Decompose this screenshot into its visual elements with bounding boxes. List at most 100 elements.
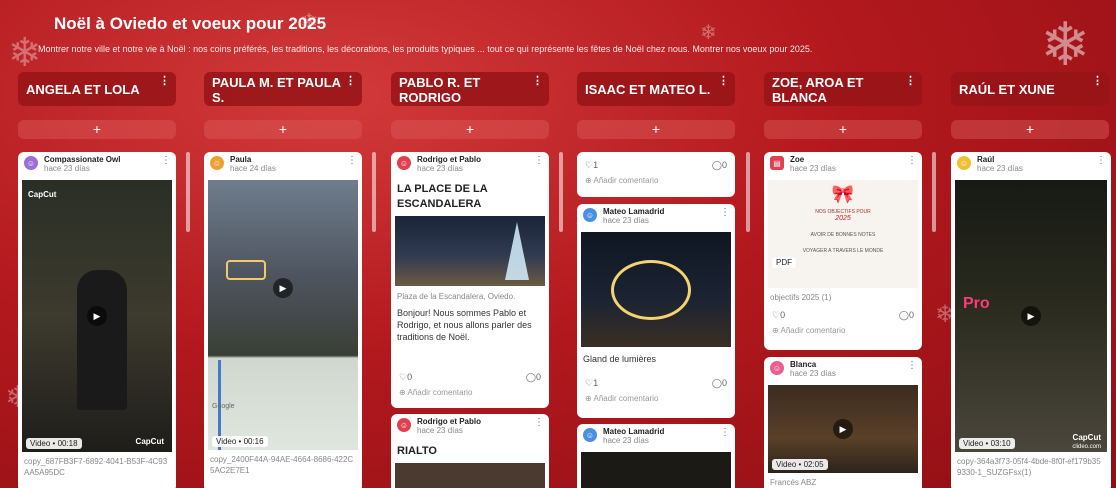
post-image[interactable]	[395, 463, 545, 488]
add-post-button[interactable]: +	[951, 120, 1109, 139]
pdf-preview[interactable]: 🎀 NOS OBJECTIFS POUR 2025 AVOIR DE BONNE…	[768, 180, 918, 288]
column-zoe-aroa-blanca: ZOE, AROA ET BLANCA ⋮ +	[764, 72, 922, 139]
add-post-button[interactable]: +	[204, 120, 362, 139]
more-icon[interactable]: ⋮	[907, 360, 917, 371]
clideo-watermark: clideo.com	[1072, 444, 1101, 450]
post-text: Bonjour! Nous sommes Pablo et Rodrigo, e…	[397, 308, 532, 342]
comment-icon[interactable]: ◯	[712, 378, 722, 388]
comment-count: 0	[535, 372, 541, 382]
like-count: 1	[593, 378, 599, 388]
comment-icon[interactable]: ◯	[712, 160, 722, 170]
capcut-logo: CapCut	[135, 437, 164, 446]
more-icon[interactable]: ⋮	[720, 427, 730, 438]
post-card[interactable]: ☺ Rodrigo et Pablo hace 23 días ⋮ RIALTO	[391, 414, 549, 488]
scrollbar[interactable]	[372, 152, 376, 232]
avatar: ☺	[210, 156, 224, 170]
more-icon[interactable]: ⋮	[907, 155, 917, 166]
comment-icon[interactable]: ◯	[899, 310, 909, 320]
video-thumbnail[interactable]: ▶ Video • 02:05	[768, 385, 918, 473]
like-count: 0	[407, 372, 413, 382]
add-post-button[interactable]: +	[18, 120, 176, 139]
capcut-logo: CapCut	[28, 190, 57, 199]
pdf-badge: PDF	[772, 257, 796, 268]
more-icon[interactable]: ⋮	[718, 74, 729, 89]
add-post-button[interactable]: +	[391, 120, 549, 139]
column-isaac-mateo: ISAAC ET MATEO L. ⋮ +	[577, 72, 735, 139]
more-icon[interactable]: ⋮	[1092, 74, 1103, 89]
avatar: ☺	[957, 156, 971, 170]
scrollbar[interactable]	[559, 152, 563, 232]
post-title: LA PLACE DE LA ESCANDALERA	[397, 183, 488, 210]
more-icon[interactable]: ⋮	[159, 74, 170, 89]
more-icon[interactable]: ⋮	[720, 207, 730, 218]
play-icon[interactable]: ▶	[833, 419, 853, 439]
column-title[interactable]: PABLO R. ET RODRIGO ⋮	[391, 72, 549, 106]
post-image[interactable]	[395, 216, 545, 286]
post-card[interactable]: ☺ Rodrigo et Pablo hace 23 días ⋮ LA PLACE …	[391, 152, 549, 408]
avatar: ☺	[24, 156, 38, 170]
bow-icon: 🎀	[831, 184, 855, 204]
heart-icon[interactable]: ♡	[585, 378, 593, 388]
column-title[interactable]: ANGELA ET LOLA ⋮	[18, 72, 176, 106]
like-count: 1	[593, 160, 599, 170]
add-comment-button[interactable]: ⊕ Añadir comentario	[577, 174, 735, 191]
more-icon[interactable]: ⋮	[534, 155, 544, 166]
heart-icon[interactable]: ♡	[585, 160, 593, 170]
post-caption: copy_687FB3F7-6892-4041-B53F-4C93AA5A95D…	[24, 457, 168, 477]
more-icon[interactable]: ⋮	[1096, 155, 1106, 166]
play-icon[interactable]: ▶	[273, 278, 293, 298]
more-icon[interactable]: ⋮	[534, 417, 544, 428]
avatar: ☺	[770, 361, 784, 375]
post-image[interactable]	[581, 452, 731, 488]
more-icon[interactable]: ⋮	[345, 74, 356, 89]
post-caption: objectifs 2025 (1)	[770, 293, 832, 302]
play-icon[interactable]: ▶	[1021, 306, 1041, 326]
avatar: ☺	[583, 208, 597, 222]
post-card[interactable]: ☺ Mateo Lamadrid hace 23 días ⋮ Gland de lu…	[577, 204, 735, 418]
column-title[interactable]: ZOE, AROA ET BLANCA ⋮	[764, 72, 922, 106]
post-caption: Gland de lumières	[583, 354, 657, 364]
add-post-button[interactable]: +	[764, 120, 922, 139]
capcut-logo: CapCut	[1072, 433, 1101, 442]
post-caption: copy_2400F44A-94AE-4664-8686-422C5AC2E7E…	[210, 455, 354, 475]
heart-icon[interactable]: ♡	[772, 310, 780, 320]
comment-count: 0	[908, 310, 914, 320]
column-title[interactable]: RAÚL ET XUNE ⋮	[951, 72, 1109, 106]
add-comment-button[interactable]: ⊕ Añadir comentario	[577, 392, 735, 409]
post-card[interactable]: ☺ Paula hace 24 días ⋮ ▶ Google Video • 00:…	[204, 152, 362, 488]
more-icon[interactable]: ⋮	[347, 155, 357, 166]
post-card[interactable]: ☺ Blanca hace 23 días ⋮ ▶ Video • 02:05 Fra…	[764, 357, 922, 488]
add-post-button[interactable]: +	[577, 120, 735, 139]
video-thumbnail[interactable]: CapCut ▶ Video • 00:18 CapCut	[22, 180, 172, 452]
video-thumbnail[interactable]: ▶ Google Video • 00:16	[208, 180, 358, 450]
like-count: 0	[780, 310, 786, 320]
post-card[interactable]: ♡1 ◯0 ⊕ Añadir comentario	[577, 152, 735, 197]
add-comment-button[interactable]: ⊕ Añadir comentario	[764, 324, 922, 341]
comment-count: 0	[721, 160, 727, 170]
play-icon[interactable]: ▶	[87, 306, 107, 326]
post-caption: Francés ABZ	[770, 478, 817, 487]
overlay-text: Pro	[963, 295, 990, 312]
scrollbar[interactable]	[746, 152, 750, 232]
post-caption: copy-364a3f73-05f4-4bde-8f0f-ef179b35933…	[957, 457, 1101, 477]
post-image[interactable]	[581, 232, 731, 347]
board-title: Noël à Oviedo et voeux pour 2025	[54, 14, 327, 33]
post-card[interactable]: ▤ Zoe hace 23 días ⋮ 🎀 NOS OBJECTIFS POUR 2…	[764, 152, 922, 350]
post-card[interactable]: ☺ Compassionate Owl hace 23 días ⋮ CapCut ▶…	[18, 152, 176, 488]
avatar: ☺	[397, 418, 411, 432]
video-thumbnail[interactable]: Pro ▶ Video • 03:10 CapCut clideo.com	[955, 180, 1107, 452]
post-card[interactable]: ☺ Raúl hace 23 días ⋮ Pro ▶ Video • 03:10 C…	[951, 152, 1111, 488]
column-title[interactable]: PAULA M. ET PAULA S. ⋮	[204, 72, 362, 106]
add-comment-button[interactable]: ⊕ Añadir comentario	[391, 386, 549, 403]
more-icon[interactable]: ⋮	[161, 155, 171, 166]
more-icon[interactable]: ⋮	[905, 74, 916, 89]
scrollbar[interactable]	[932, 152, 936, 232]
scrollbar[interactable]	[186, 152, 190, 232]
more-icon[interactable]: ⋮	[532, 74, 543, 89]
light-acorn	[611, 260, 691, 320]
person-silhouette	[77, 270, 127, 410]
column-title[interactable]: ISAAC ET MATEO L. ⋮	[577, 72, 735, 106]
comment-icon[interactable]: ◯	[526, 372, 536, 382]
heart-icon[interactable]: ♡	[399, 372, 407, 382]
post-card[interactable]: ☺ Mateo Lamadrid hace 23 días ⋮	[577, 424, 735, 488]
